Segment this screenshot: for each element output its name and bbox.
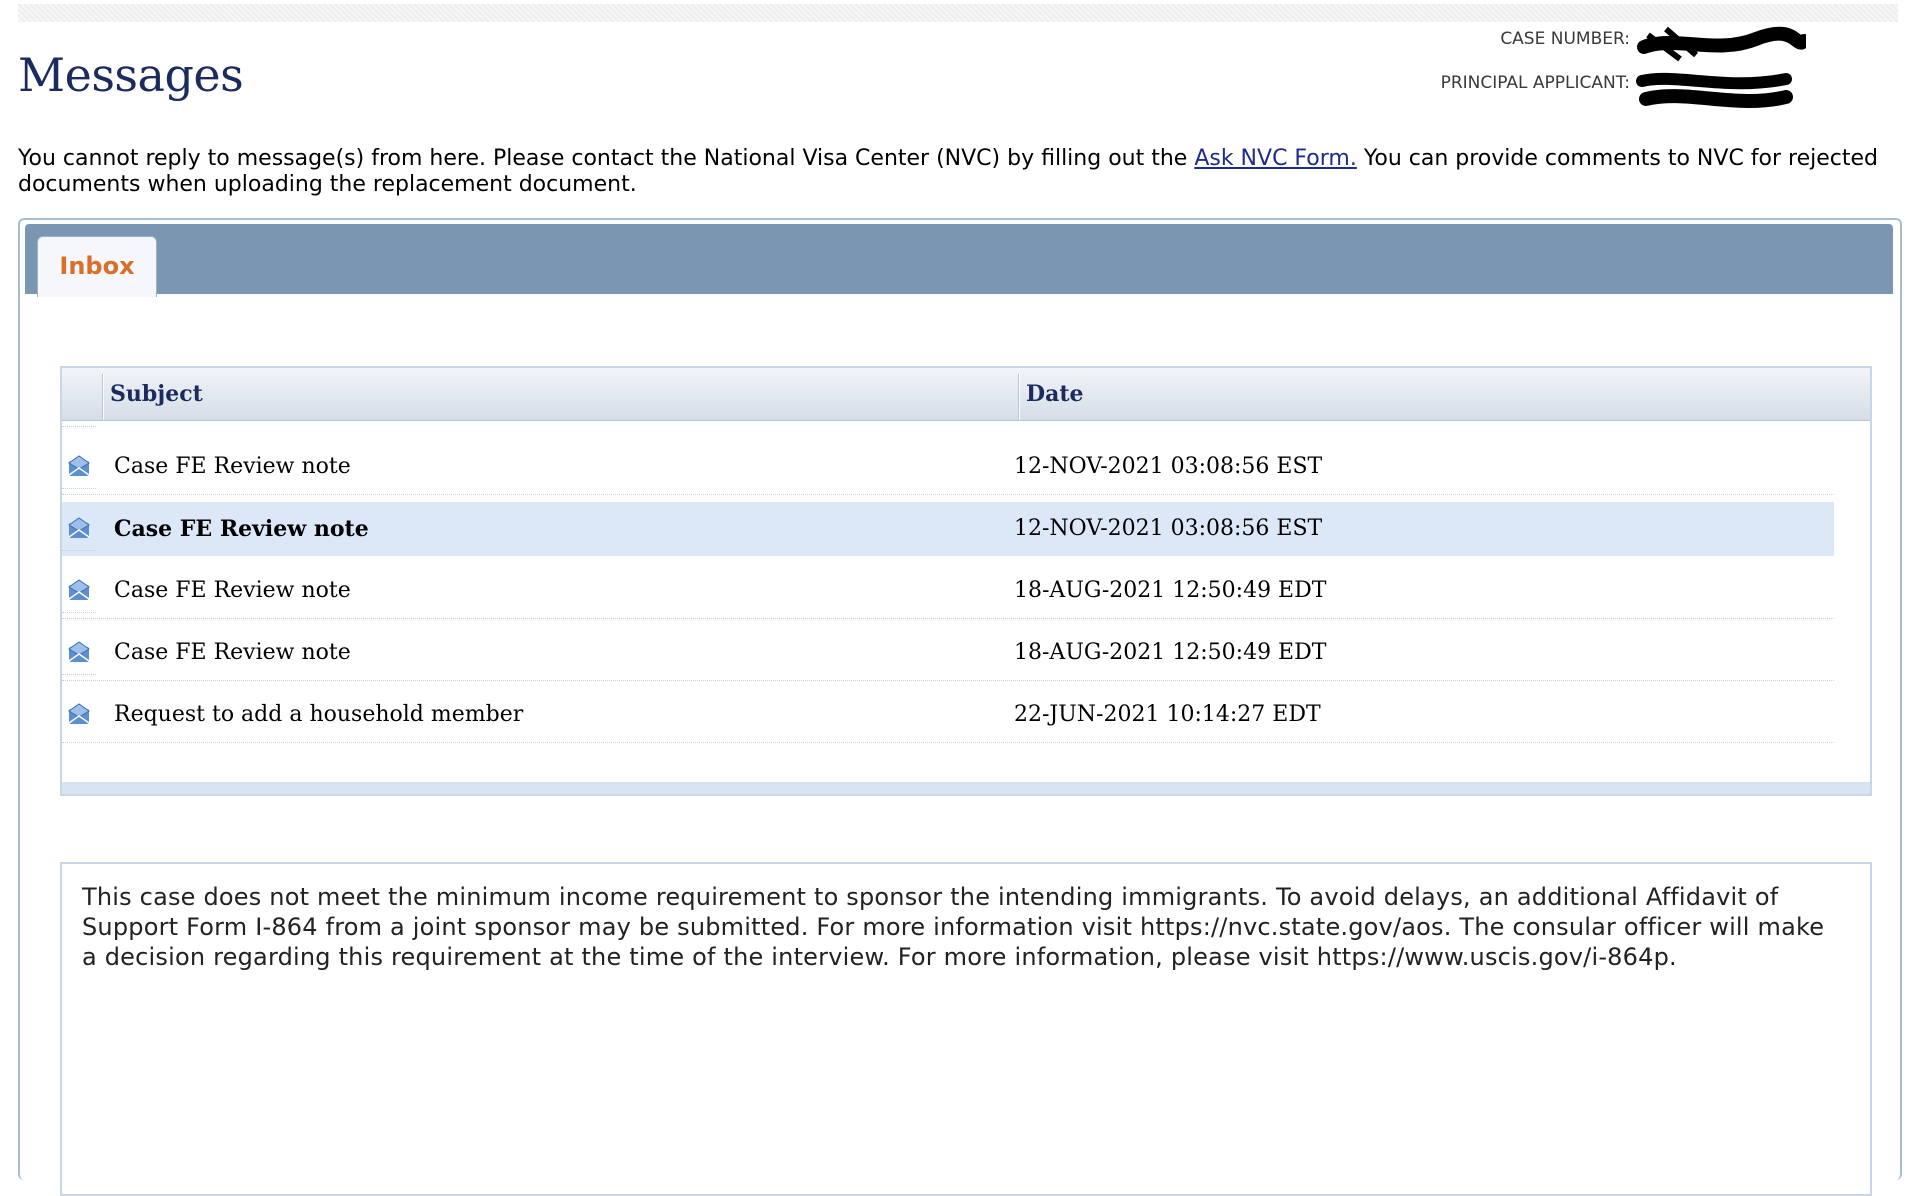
row-divider — [62, 612, 96, 613]
case-info: CASE NUMBER: PRINCIPAL APPLICANT: — [1350, 26, 1810, 108]
horizontal-scrollbar[interactable] — [62, 782, 1870, 794]
table-row[interactable]: Case FE Review note 18-AUG-2021 12:50:49… — [62, 550, 1834, 619]
row-subject: Case FE Review note — [114, 454, 351, 479]
principal-applicant-label: PRINCIPAL APPLICANT: — [1440, 73, 1630, 93]
row-subject: Request to add a household member — [114, 702, 524, 727]
row-divider — [62, 674, 96, 675]
message-detail-pane: This case does not meet the minimum inco… — [60, 862, 1872, 1196]
header-date[interactable]: Date — [1026, 368, 1084, 420]
table-row[interactable]: Request to add a household member 22-JUN… — [62, 674, 1834, 743]
messages-table: Subject Date Case FE Review note 12-NOV-… — [60, 366, 1872, 796]
intro-notice: You cannot reply to message(s) from here… — [18, 146, 1898, 198]
ask-nvc-form-link[interactable]: Ask NVC Form. — [1194, 146, 1357, 171]
envelope-open-icon — [68, 641, 90, 662]
redaction-mark — [1636, 72, 1793, 108]
row-date: 12-NOV-2021 03:08:56 EST — [1014, 516, 1323, 541]
row-subject: Case FE Review note — [114, 516, 369, 542]
tab-bar: Inbox — [25, 224, 1893, 297]
redaction-mark — [1637, 26, 1806, 62]
messages-panel: Inbox Subject Date Case FE Review note 1… — [18, 218, 1902, 1196]
row-divider — [62, 426, 96, 427]
envelope-open-icon — [68, 703, 90, 724]
header-subject[interactable]: Subject — [110, 368, 203, 420]
row-date: 12-NOV-2021 03:08:56 EST — [1014, 454, 1323, 479]
column-separator — [1018, 374, 1020, 420]
column-separator — [102, 374, 104, 420]
row-subject: Case FE Review note — [114, 640, 351, 665]
tab-inbox[interactable]: Inbox — [37, 236, 157, 297]
intro-text-start: You cannot reply to message(s) from here… — [18, 146, 1195, 171]
table-row-selected[interactable]: Case FE Review note 12-NOV-2021 03:08:56… — [62, 488, 1834, 556]
table-row[interactable]: Case FE Review note 12-NOV-2021 03:08:56… — [62, 426, 1834, 495]
row-date: 22-JUN-2021 10:14:27 EDT — [1014, 702, 1321, 727]
header-icon-column — [62, 368, 102, 420]
table-row[interactable]: Case FE Review note 18-AUG-2021 12:50:49… — [62, 612, 1834, 681]
envelope-open-icon — [68, 455, 90, 476]
row-date: 18-AUG-2021 12:50:49 EDT — [1014, 640, 1327, 665]
message-body: This case does not meet the minimum inco… — [82, 883, 1825, 971]
row-divider — [62, 488, 96, 489]
table-header: Subject Date — [62, 368, 1870, 421]
page-title: Messages — [18, 48, 244, 102]
case-number-label: CASE NUMBER: — [1500, 29, 1630, 49]
row-subject: Case FE Review note — [114, 578, 351, 603]
envelope-open-icon — [68, 579, 90, 600]
row-date: 18-AUG-2021 12:50:49 EDT — [1014, 578, 1327, 603]
envelope-open-icon — [68, 517, 90, 538]
top-decorative-strip — [18, 4, 1898, 22]
row-divider — [62, 550, 96, 551]
